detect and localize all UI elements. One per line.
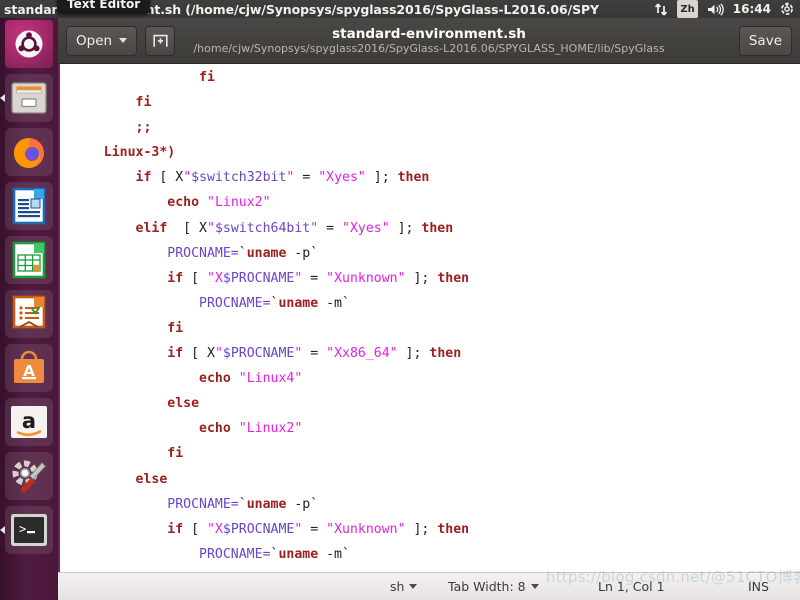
sidebar-item-amazon[interactable]: a	[5, 398, 53, 446]
language-selector[interactable]: sh	[390, 579, 418, 594]
terminal-icon: >	[11, 514, 47, 546]
impress-icon	[12, 295, 46, 329]
gear-power-icon[interactable]	[780, 0, 794, 18]
sidebar-item-terminal[interactable]: >	[0, 506, 53, 554]
sidebar-item-system-settings[interactable]	[5, 452, 53, 500]
chevron-down-icon	[119, 38, 128, 43]
volume-icon[interactable]	[707, 0, 724, 18]
running-indicator-left	[0, 94, 5, 102]
document-title: standard-environment.sh	[332, 25, 526, 42]
ubuntu-logo-icon	[5, 20, 53, 68]
sidebar-item-libreoffice-writer[interactable]	[5, 182, 53, 230]
app-tooltip: Text Editor	[57, 0, 151, 14]
open-button-label: Open	[76, 32, 113, 49]
tab-width-selector[interactable]: Tab Width: 8	[448, 579, 539, 594]
cursor-position-label: Ln 1, Col 1	[598, 579, 665, 594]
sidebar-item-firefox[interactable]	[5, 128, 53, 176]
input-method-indicator[interactable]: Zh	[677, 0, 698, 18]
sidebar-item-libreoffice-impress[interactable]	[5, 290, 53, 338]
insert-mode-label: INS	[748, 579, 769, 594]
system-settings-icon	[12, 460, 46, 493]
clock-indicator[interactable]: 16:44	[733, 0, 771, 18]
sidebar-item-libreoffice-calc[interactable]	[5, 236, 53, 284]
svg-text:>: >	[19, 522, 26, 536]
code-editor-area[interactable]: fi fi ;; Linux-3*) if [ X"$switch32bit" …	[58, 64, 800, 572]
header-bar: Open standard-environment.sh /home/cjw/S…	[58, 18, 800, 64]
insert-mode-indicator[interactable]: INS	[748, 579, 769, 594]
save-button[interactable]: Save	[738, 25, 792, 56]
tab-width-label: Tab Width: 8	[448, 579, 526, 594]
new-document-icon	[152, 34, 168, 47]
status-bar: sh Tab Width: 8 Ln 1, Col 1 INS	[58, 572, 800, 600]
sidebar-item-ubuntu-software[interactable]: A	[5, 344, 53, 392]
open-button[interactable]: Open	[66, 25, 138, 56]
writer-icon	[12, 187, 46, 225]
software-center-icon: A	[14, 350, 44, 383]
sidebar-item-ubuntu-dash[interactable]	[5, 20, 53, 68]
chevron-down-icon	[409, 584, 418, 589]
chevron-down-icon	[530, 584, 539, 589]
amazon-icon: a	[11, 406, 47, 438]
sidebar-item-files[interactable]	[0, 74, 53, 122]
document-path: /home/cjw/Synopsys/spyglass2016/SpyGlass…	[193, 41, 665, 55]
gedit-window: Open standard-environment.sh /home/cjw/S…	[58, 18, 800, 600]
cursor-position: Ln 1, Col 1	[598, 579, 665, 594]
svg-text:a: a	[22, 409, 36, 433]
firefox-icon	[14, 138, 44, 168]
language-label: sh	[390, 579, 405, 594]
source-code[interactable]: fi fi ;; Linux-3*) if [ X"$switch32bit" …	[60, 64, 800, 572]
save-button-label: Save	[748, 32, 782, 49]
calc-icon	[12, 241, 46, 279]
network-updown-icon[interactable]	[654, 0, 668, 18]
running-indicator-left	[0, 526, 5, 534]
indicator-area: Zh 16:44	[654, 0, 800, 18]
screen: standard-environment.sh (/home/cjw/Synop…	[0, 0, 800, 600]
unity-launcher: A a >	[0, 18, 58, 600]
new-document-button[interactable]	[145, 25, 176, 56]
files-icon	[11, 82, 47, 114]
